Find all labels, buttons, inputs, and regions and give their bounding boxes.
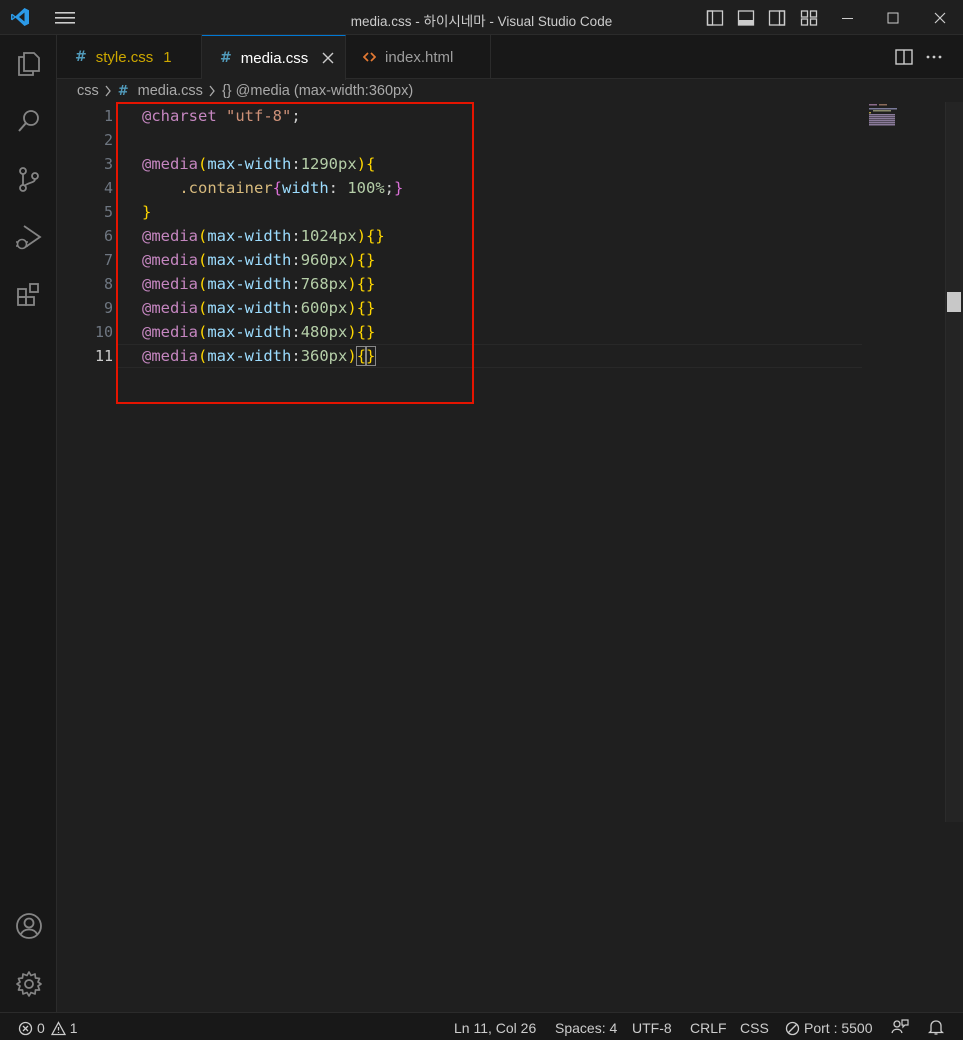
editor-tab-bar: # style.css 1 # media.css index.html [57,35,963,80]
notifications-bell-icon[interactable] [928,1018,944,1036]
error-icon [18,1021,33,1035]
breadcrumb: css # media.css {} @media (max-width:360… [57,80,413,102]
tab-index-html[interactable]: index.html [346,35,491,79]
block-icon [785,1021,800,1035]
line-number: 10 [94,323,113,341]
run-debug-icon[interactable] [14,222,44,252]
tab-label: style.css [95,48,154,66]
live-server-port[interactable]: Port : 5500 [785,1019,873,1037]
source-control-icon[interactable] [14,164,44,194]
line-number-gutter: 1 2 3 4 5 6 7 8 9 10 11 [57,104,113,368]
language-mode[interactable]: CSS [740,1019,769,1037]
tab-media-css[interactable]: # media.css [202,35,346,80]
file-encoding[interactable]: UTF-8 [632,1019,672,1037]
line-number: 4 [103,179,113,197]
vertical-scrollbar[interactable] [945,102,963,822]
warning-icon [50,1020,66,1035]
cursor-position[interactable]: Ln 11, Col 26 [454,1019,536,1037]
toggle-panel-icon[interactable] [737,9,755,27]
minimap[interactable] [869,104,899,128]
line-number: 9 [103,299,113,317]
status-bar: 0 1 Ln 11, Col 26 Spaces: 4 UTF-8 CRLF C… [0,1012,963,1040]
feedback-icon[interactable] [891,1018,909,1036]
error-count: 0 [37,1020,45,1036]
split-editor-icon[interactable] [894,47,914,67]
maximize-icon [887,12,899,23]
tab-label: index.html [385,48,454,66]
account-icon[interactable] [14,911,44,941]
toggle-secondary-sidebar-icon[interactable] [768,9,786,27]
vscode-logo-icon[interactable] [10,7,30,27]
tab-label: media.css [240,49,309,67]
settings-gear-icon[interactable] [14,969,44,999]
indentation-setting[interactable]: Spaces: 4 [555,1019,617,1037]
css-file-icon: # [220,50,232,66]
line-number: 5 [103,203,113,221]
hamburger-menu-icon[interactable] [54,9,76,27]
window-title: media.css - 하이시네마 - Visual Studio Code [350,14,613,29]
css-file-icon: # [75,49,87,65]
line-number: 6 [103,227,113,245]
extensions-icon[interactable] [14,280,44,310]
toggle-primary-sidebar-icon[interactable] [706,9,724,27]
code-editor[interactable]: 1 2 3 4 5 6 7 8 9 10 11 @charset "utf-8"… [57,102,963,1012]
chevron-right-icon [105,85,111,97]
breadcrumb-folder[interactable]: css [77,83,99,99]
minimize-button[interactable] [825,0,871,35]
search-icon[interactable] [14,106,44,136]
port-label: Port : 5500 [804,1020,873,1036]
explorer-icon[interactable] [14,48,44,78]
annotation-highlight-box [116,102,474,404]
css-file-icon: # [117,83,129,99]
problems-indicator[interactable]: 0 1 [18,1019,78,1037]
end-of-line-sequence[interactable]: CRLF [690,1019,727,1037]
line-number: 8 [103,275,113,293]
activity-bar [0,35,57,1012]
breadcrumb-file[interactable]: media.css [138,83,203,99]
line-number: 2 [103,131,113,149]
line-number: 3 [103,155,113,173]
scrollbar-cursor-indicator [947,292,961,312]
close-icon [934,12,946,23]
tab-problem-badge: 1 [163,48,172,66]
customize-layout-icon[interactable] [800,9,818,27]
title-bar: media.css - 하이시네마 - Visual Studio Code [0,0,963,35]
html-file-icon [363,52,376,62]
warning-count: 1 [69,1020,78,1036]
line-number: 1 [103,107,113,125]
breadcrumb-symbol[interactable]: {} @media (max-width:360px) [222,83,413,99]
close-tab-icon[interactable] [322,52,334,64]
more-actions-icon[interactable] [924,47,944,67]
close-window-button[interactable] [917,0,963,35]
minimize-icon [842,17,853,19]
maximize-button[interactable] [870,0,916,35]
tab-style-css[interactable]: # style.css 1 [57,35,202,79]
line-number-current: 11 [94,347,113,365]
line-number: 7 [103,251,113,269]
chevron-right-icon [209,85,215,97]
